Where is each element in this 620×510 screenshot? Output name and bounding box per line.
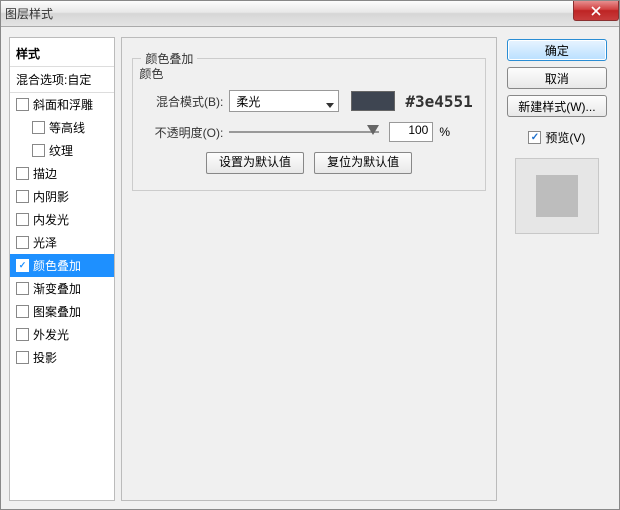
style-item-8[interactable]: 渐变叠加 <box>10 277 114 300</box>
reset-default-button[interactable]: 复位为默认值 <box>314 152 412 174</box>
style-item-7[interactable]: 颜色叠加 <box>10 254 114 277</box>
style-checkbox[interactable] <box>16 213 29 226</box>
style-checkbox[interactable] <box>16 282 29 295</box>
color-hex-label: #3e4551 <box>405 92 472 111</box>
blend-mode-value: 柔光 <box>236 93 260 110</box>
style-checkbox[interactable] <box>16 351 29 364</box>
style-item-9[interactable]: 图案叠加 <box>10 300 114 323</box>
style-label: 颜色叠加 <box>33 257 81 274</box>
style-checkbox[interactable] <box>16 190 29 203</box>
title-text: 图层样式 <box>5 5 53 22</box>
blend-mode-label: 混合模式(B): <box>145 93 223 110</box>
preview-label: 预览(V) <box>545 129 585 146</box>
style-label: 内发光 <box>33 211 69 228</box>
color-overlay-fieldset: 颜色叠加 颜色 混合模式(B): 柔光 #3e4551 不透明度(O): <box>132 58 485 191</box>
style-checkbox[interactable] <box>16 328 29 341</box>
close-icon <box>591 6 601 16</box>
style-label: 内阴影 <box>33 188 69 205</box>
style-item-11[interactable]: 投影 <box>10 346 114 369</box>
style-label: 渐变叠加 <box>33 280 81 297</box>
style-item-3[interactable]: 描边 <box>10 162 114 185</box>
style-label: 斜面和浮雕 <box>33 96 93 113</box>
titlebar[interactable]: 图层样式 <box>1 1 619 27</box>
style-item-10[interactable]: 外发光 <box>10 323 114 346</box>
style-label: 纹理 <box>49 142 73 159</box>
opacity-row: 不透明度(O): 100 % <box>145 122 472 142</box>
styles-list-panel: 样式 混合选项:自定 斜面和浮雕等高线纹理描边内阴影内发光光泽颜色叠加渐变叠加图… <box>9 37 115 501</box>
style-item-6[interactable]: 光泽 <box>10 231 114 254</box>
style-label: 描边 <box>33 165 57 182</box>
style-label: 等高线 <box>49 119 85 136</box>
preview-thumbnail <box>536 175 578 217</box>
close-button[interactable] <box>573 1 619 21</box>
style-label: 投影 <box>33 349 57 366</box>
blend-mode-row: 混合模式(B): 柔光 #3e4551 <box>145 90 472 112</box>
effect-options-panel: 颜色叠加 颜色 混合模式(B): 柔光 #3e4551 不透明度(O): <box>121 37 496 501</box>
color-swatch[interactable] <box>351 91 395 111</box>
style-checkbox[interactable] <box>16 236 29 249</box>
preview-checkbox[interactable] <box>528 131 541 144</box>
opacity-label: 不透明度(O): <box>145 124 223 141</box>
layer-style-dialog: 图层样式 样式 混合选项:自定 斜面和浮雕等高线纹理描边内阴影内发光光泽颜色叠加… <box>0 0 620 510</box>
style-checkbox[interactable] <box>32 121 45 134</box>
blend-options-row[interactable]: 混合选项:自定 <box>10 67 114 93</box>
default-buttons-row: 设置为默认值 复位为默认值 <box>145 152 472 174</box>
style-checkbox[interactable] <box>16 98 29 111</box>
preview-checkbox-row[interactable]: 预览(V) <box>528 129 585 146</box>
style-item-0[interactable]: 斜面和浮雕 <box>10 93 114 116</box>
style-label: 外发光 <box>33 326 69 343</box>
style-checkbox[interactable] <box>16 259 29 272</box>
opacity-input[interactable]: 100 <box>389 122 433 142</box>
style-item-2[interactable]: 纹理 <box>10 139 114 162</box>
action-panel: 确定 取消 新建样式(W)... 预览(V) <box>503 37 611 501</box>
style-label: 图案叠加 <box>33 303 81 320</box>
style-label: 光泽 <box>33 234 57 251</box>
style-item-1[interactable]: 等高线 <box>10 116 114 139</box>
set-default-button[interactable]: 设置为默认值 <box>206 152 304 174</box>
group-title: 颜色 <box>139 65 472 82</box>
opacity-unit: % <box>439 125 450 139</box>
panel-title: 颜色叠加 <box>141 50 197 67</box>
chevron-down-icon <box>326 98 334 112</box>
styles-header[interactable]: 样式 <box>10 41 114 67</box>
style-checkbox[interactable] <box>16 167 29 180</box>
new-style-button[interactable]: 新建样式(W)... <box>507 95 607 117</box>
style-checkbox[interactable] <box>16 305 29 318</box>
style-item-5[interactable]: 内发光 <box>10 208 114 231</box>
cancel-button[interactable]: 取消 <box>507 67 607 89</box>
preview-box <box>515 158 599 234</box>
style-item-4[interactable]: 内阴影 <box>10 185 114 208</box>
blend-mode-dropdown[interactable]: 柔光 <box>229 90 339 112</box>
dialog-body: 样式 混合选项:自定 斜面和浮雕等高线纹理描边内阴影内发光光泽颜色叠加渐变叠加图… <box>1 27 619 509</box>
style-checkbox[interactable] <box>32 144 45 157</box>
ok-button[interactable]: 确定 <box>507 39 607 61</box>
opacity-slider[interactable] <box>229 125 379 139</box>
